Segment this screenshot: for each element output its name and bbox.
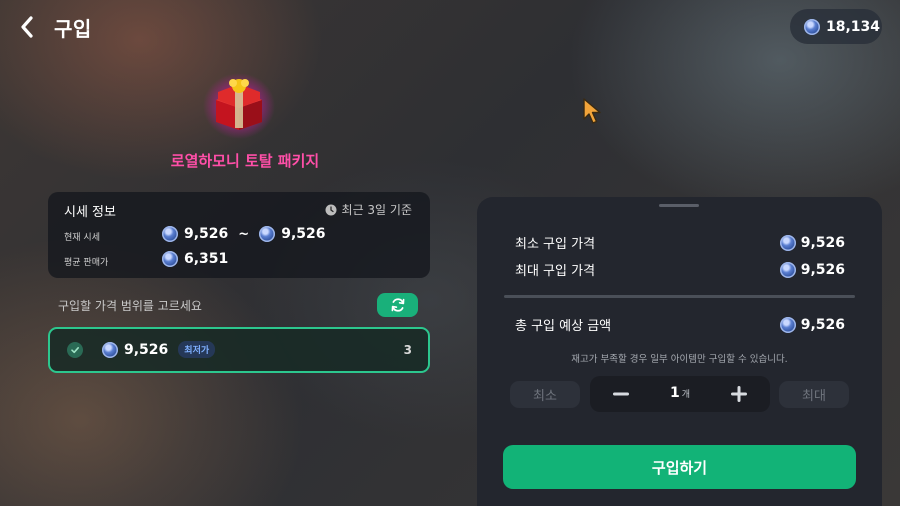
coin-icon [162, 226, 178, 242]
divider [504, 295, 855, 298]
quantity-value: 1 [669, 385, 680, 401]
checkmark-icon [67, 342, 83, 358]
market-period: 최근 3일 기준 [325, 201, 412, 218]
price-range-prompt: 구입할 가격 범위를 고르세요 [58, 299, 202, 313]
refresh-button[interactable] [377, 293, 418, 317]
max-purchase-price-row: 최대 구입 가격 9,526 [515, 260, 845, 279]
refresh-icon [391, 298, 404, 312]
lowest-price-badge: 최저가 [178, 341, 216, 358]
max-quantity-button[interactable]: 최대 [779, 381, 849, 408]
product-name: 로열하모니 토탈 패키지 [170, 152, 320, 170]
min-purchase-price-row: 최소 구입 가격 9,526 [515, 233, 845, 252]
page-title: 구입 [54, 17, 92, 41]
total-label: 총 구입 예상 금액 [515, 319, 612, 334]
option-quantity: 3 [403, 343, 412, 357]
current-price-label: 현재 시세 [64, 233, 100, 243]
coin-icon [804, 18, 820, 35]
max-price-amount: 9,526 [779, 261, 845, 278]
balance-value: 18,134 [826, 18, 881, 35]
total-amount: 9,526 [779, 316, 845, 333]
min-price-value: 9,526 [800, 234, 845, 251]
total-value: 9,526 [800, 316, 845, 333]
currency-balance: 18,134 [790, 9, 882, 44]
option-price-value: 9,526 [124, 341, 169, 358]
current-price-range: 9,526 ~ 9,526 [162, 226, 326, 242]
min-price-label: 최소 구입 가격 [515, 237, 596, 252]
coin-icon [779, 316, 796, 333]
quantity-unit: 개 [681, 390, 691, 400]
clock-icon [325, 204, 337, 215]
increase-quantity-button[interactable] [728, 384, 750, 404]
coin-icon [162, 251, 178, 267]
purchase-sheet: 최소 구입 가격 9,526 최대 구입 가격 9,526 총 구입 예상 금액… [477, 197, 882, 506]
max-price-label: 최대 구입 가격 [515, 264, 596, 279]
market-info-title: 시세 정보 [64, 205, 116, 220]
price-option-row[interactable]: 9,526 최저가 3 [48, 327, 430, 373]
market-period-text: 최근 3일 기준 [341, 203, 412, 217]
plus-icon [731, 386, 747, 402]
coin-icon [779, 234, 796, 251]
option-price: 9,526 최저가 [102, 341, 216, 358]
coin-icon [102, 341, 118, 358]
average-price-label: 평균 판매가 [64, 258, 109, 268]
current-price-max: 9,526 [281, 226, 326, 242]
sheet-drag-handle[interactable] [659, 204, 699, 207]
back-button[interactable] [14, 12, 40, 42]
purchase-button[interactable]: 구입하기 [503, 445, 856, 489]
stock-notice: 재고가 부족할 경우 일부 아이템만 구입할 수 있습니다. [571, 354, 788, 365]
gift-chest-icon [202, 70, 276, 140]
min-price-amount: 9,526 [779, 234, 845, 251]
min-quantity-button[interactable]: 최소 [510, 381, 580, 408]
max-price-value: 9,526 [800, 261, 845, 278]
range-separator: ~ [238, 226, 250, 242]
total-estimate-row: 총 구입 예상 금액 9,526 [515, 315, 845, 334]
coin-icon [259, 226, 276, 242]
average-price: 6,351 [162, 251, 228, 267]
average-price-value: 6,351 [184, 251, 229, 267]
market-info-panel: 시세 정보 최근 3일 기준 현재 시세 9,526 ~ 9,526 평균 판매… [48, 192, 430, 278]
quantity-stepper: 1개 [590, 376, 770, 412]
current-price-min: 9,526 [184, 226, 229, 242]
coin-icon [779, 261, 796, 278]
chevron-left-icon [21, 16, 33, 38]
mouse-cursor-icon [582, 97, 604, 125]
